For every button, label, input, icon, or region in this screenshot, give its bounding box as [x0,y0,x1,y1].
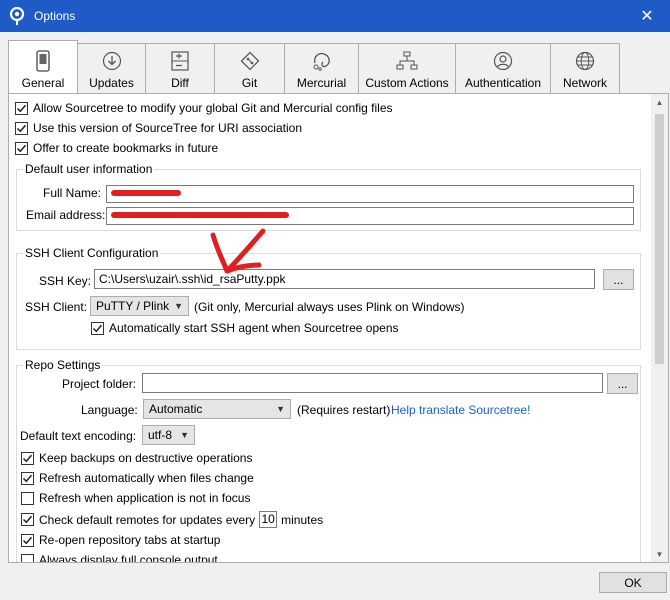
check-remotes-checkbox[interactable] [21,513,34,526]
refresh-focus-checkbox[interactable] [21,491,34,505]
user-info-group: Default user information Full Name: Emai… [16,162,641,231]
full-name-label: Full Name: [43,186,102,200]
project-folder-input[interactable] [142,373,603,393]
encoding-select[interactable]: utf-8 ▼ [142,425,195,445]
scroll-up-icon[interactable]: ▲ [651,94,668,110]
annotation-arrow-icon [210,228,266,274]
email-label: Email address: [26,208,106,222]
check-remotes-interval-input[interactable]: 10 [259,511,278,528]
ssh-client-label: SSH Client: [25,300,88,314]
tab-mercurial[interactable]: Mercurial [284,43,359,93]
refresh-focus-option[interactable]: Refresh when application is not in focus [21,491,250,505]
vertical-scrollbar[interactable]: ▲ ▼ [651,94,668,562]
close-icon[interactable]: ✕ [624,0,670,32]
keep-backups-label: Keep backups on destructive operations [39,451,253,465]
title-bar: Options ✕ [0,0,670,32]
redaction-mark [111,212,289,218]
globe-icon [574,50,596,72]
ssh-config-group: SSH Client Configuration SSH Key: C:\Use… [16,246,641,350]
tab-network[interactable]: Network [550,43,620,93]
encoding-value: utf-8 [148,428,173,442]
project-folder-browse-button[interactable]: ... [607,373,638,394]
tab-label: Network [562,76,607,90]
language-value: Automatic [149,402,203,416]
tab-general[interactable]: General [8,40,78,93]
bookmarks-label: Offer to create bookmarks in future [33,141,219,155]
refresh-auto-option[interactable]: Refresh automatically when files change [21,471,254,485]
ssh-config-legend: SSH Client Configuration [23,246,161,260]
encoding-label: Default text encoding: [20,429,137,443]
diff-icon [169,50,191,72]
check-remotes-label: Check default remotes for updates every [39,512,256,527]
auto-ssh-agent-label: Automatically start SSH agent when Sourc… [109,321,399,335]
reopen-tabs-label: Re-open repository tabs at startup [39,533,221,547]
reopen-tabs-checkbox[interactable] [21,533,34,547]
uri-association-checkbox[interactable] [15,121,28,135]
phone-icon [32,50,54,72]
mercurial-icon [311,50,333,72]
general-settings-panel: Allow Sourcetree to modify your global G… [8,93,669,563]
requires-restart-note: (Requires restart) [297,403,391,417]
chevron-down-icon: ▼ [174,301,183,311]
bookmarks-option[interactable]: Offer to create bookmarks in future [15,141,218,155]
console-output-option[interactable]: Always display full console output [21,553,218,563]
workflow-icon [396,50,418,72]
ssh-client-select[interactable]: PuTTY / Plink ▼ [90,296,189,316]
tab-label: General [21,76,65,90]
tab-strip: General Updates Diff Git Mercurial Custo… [8,40,620,93]
auto-ssh-agent-checkbox[interactable] [91,321,104,335]
tab-custom-actions[interactable]: Custom Actions [358,43,456,93]
tab-label: Authentication [464,76,542,90]
language-select[interactable]: Automatic ▼ [143,399,291,419]
tab-updates[interactable]: Updates [77,43,146,93]
tab-label: Mercurial [296,76,347,90]
ssh-key-browse-button[interactable]: ... [603,269,634,290]
ssh-key-label: SSH Key: [39,274,92,288]
redaction-mark [111,190,181,196]
allow-config-checkbox[interactable] [15,101,28,115]
refresh-focus-label: Refresh when application is not in focus [39,491,251,505]
ssh-client-value: PuTTY / Plink [96,299,170,313]
refresh-auto-label: Refresh automatically when files change [39,471,254,485]
download-icon [101,50,123,72]
allow-config-label: Allow Sourcetree to modify your global G… [33,101,393,115]
repo-settings-legend: Repo Settings [23,358,103,372]
user-info-legend: Default user information [23,162,155,176]
user-icon [492,50,514,72]
sourcetree-logo-icon [8,7,26,25]
bookmarks-checkbox[interactable] [15,141,28,155]
project-folder-label: Project folder: [62,377,137,391]
tab-label: Git [241,76,258,90]
tab-authentication[interactable]: Authentication [455,43,551,93]
window-title: Options [34,9,76,23]
git-icon [239,50,261,72]
ok-button[interactable]: OK [599,572,667,593]
auto-ssh-agent-option[interactable]: Automatically start SSH agent when Sourc… [91,321,399,335]
check-remotes-unit: minutes [281,512,324,527]
language-label: Language: [81,403,138,417]
ssh-client-note: (Git only, Mercurial always uses Plink o… [194,300,465,314]
tab-label: Custom Actions [365,76,449,90]
tab-label: Updates [89,76,134,90]
console-output-checkbox[interactable] [21,553,34,562]
uri-association-option[interactable]: Use this version of SourceTree for URI a… [15,121,302,135]
check-remotes-option[interactable]: Check default remotes for updates every … [21,511,323,528]
uri-association-label: Use this version of SourceTree for URI a… [33,121,302,135]
refresh-auto-checkbox[interactable] [21,471,34,485]
ssh-key-input[interactable]: C:\Users\uzair\.ssh\id_rsaPutty.ppk [94,269,595,289]
chevron-down-icon: ▼ [180,430,189,440]
chevron-down-icon: ▼ [276,404,285,414]
scrollbar-thumb[interactable] [655,114,664,364]
keep-backups-checkbox[interactable] [21,451,34,465]
help-translate-link[interactable]: Help translate Sourcetree! [391,403,530,417]
tab-label: Diff [171,76,189,90]
scroll-down-icon[interactable]: ▼ [651,546,668,562]
reopen-tabs-option[interactable]: Re-open repository tabs at startup [21,533,220,547]
full-name-input[interactable] [106,185,634,203]
allow-config-option[interactable]: Allow Sourcetree to modify your global G… [15,101,393,115]
tab-git[interactable]: Git [214,43,285,93]
console-output-label: Always display full console output [39,553,218,563]
tab-diff[interactable]: Diff [145,43,215,93]
keep-backups-option[interactable]: Keep backups on destructive operations [21,451,252,465]
